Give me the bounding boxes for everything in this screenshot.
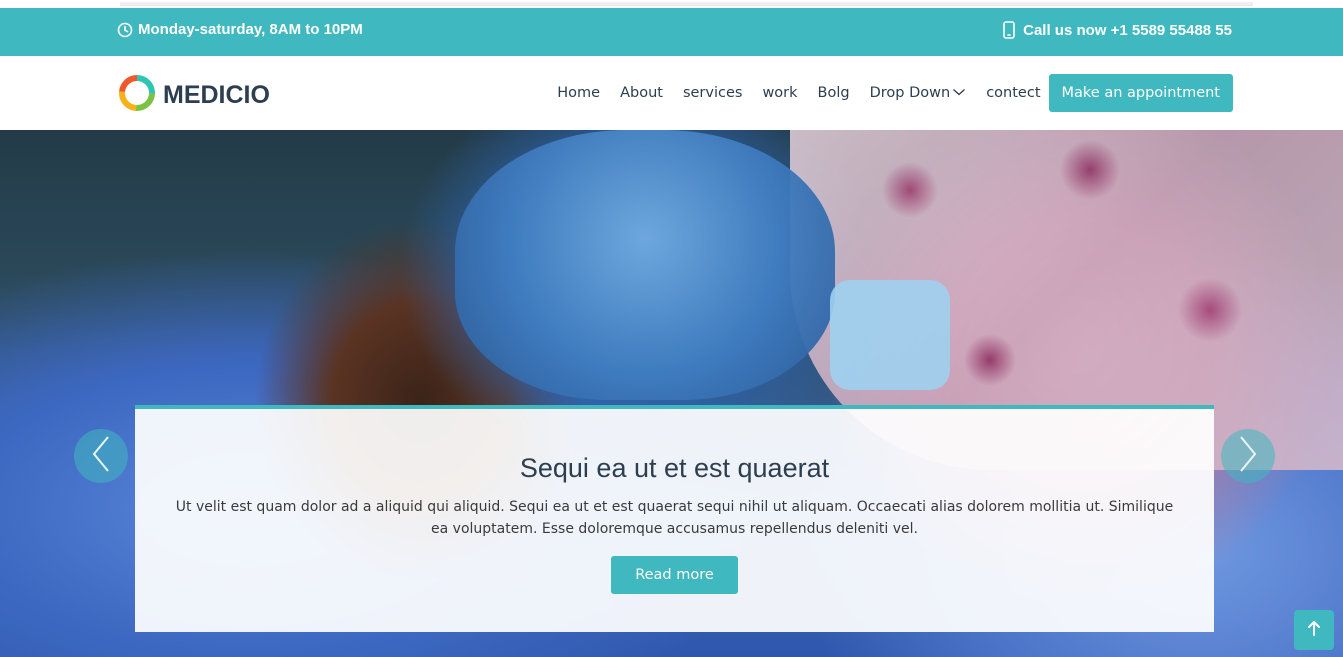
slide-title: Sequi ea ut et est quaerat [519,453,830,483]
nav-blog[interactable]: Bolg [818,85,850,101]
read-more-button[interactable]: Read more [611,556,738,594]
logo-icon [117,73,157,117]
chevron-left-icon [90,434,112,478]
logo-text: MEDICIO [163,80,270,109]
nav-home[interactable]: Home [557,85,600,101]
scroll-indicator [120,2,1253,6]
main-nav: Home About services work Bolg Drop Down … [557,74,1233,112]
nav-about[interactable]: About [620,85,663,101]
make-appointment-button[interactable]: Make an appointment [1048,74,1233,112]
slider-next-button[interactable] [1221,429,1275,483]
nav-work[interactable]: work [762,85,797,101]
topbar-hours: Monday-saturday, 8AM to 10PM [117,21,363,38]
back-to-top-button[interactable] [1294,610,1334,650]
chevron-down-icon [952,85,966,101]
slide-text: Ut velit est quam dolor ad a aliquid qui… [175,499,1174,537]
nav-dropdown[interactable]: Drop Down [870,85,967,101]
browser-strip [0,0,1343,8]
phone-text[interactable]: Call us now +1 5589 55488 55 [1023,22,1232,39]
header: MEDICIO Home About services work Bolg Dr… [0,56,1343,130]
nav-dropdown-label: Drop Down [869,85,951,101]
nav-services[interactable]: services [683,85,743,101]
chevron-right-icon [1237,434,1259,478]
topbar-phone: Call us now +1 5589 55488 55 [1003,21,1232,39]
topbar: Monday-saturday, 8AM to 10PM Call us now… [0,8,1343,56]
slide-caption: Sequi ea ut et est quaerat Ut velit est … [135,405,1214,632]
slider-prev-button[interactable] [74,429,128,483]
logo[interactable]: MEDICIO [117,73,270,117]
hero-image-detail [830,280,950,390]
phone-icon [1003,21,1015,39]
nav-contact[interactable]: contect [986,85,1040,101]
clock-icon [117,22,133,38]
hero-image-detail [455,130,835,400]
hero-slider: Sequi ea ut et est quaerat Ut velit est … [0,130,1343,657]
hours-text: Monday-saturday, 8AM to 10PM [138,21,363,38]
arrow-up-icon [1306,619,1322,641]
